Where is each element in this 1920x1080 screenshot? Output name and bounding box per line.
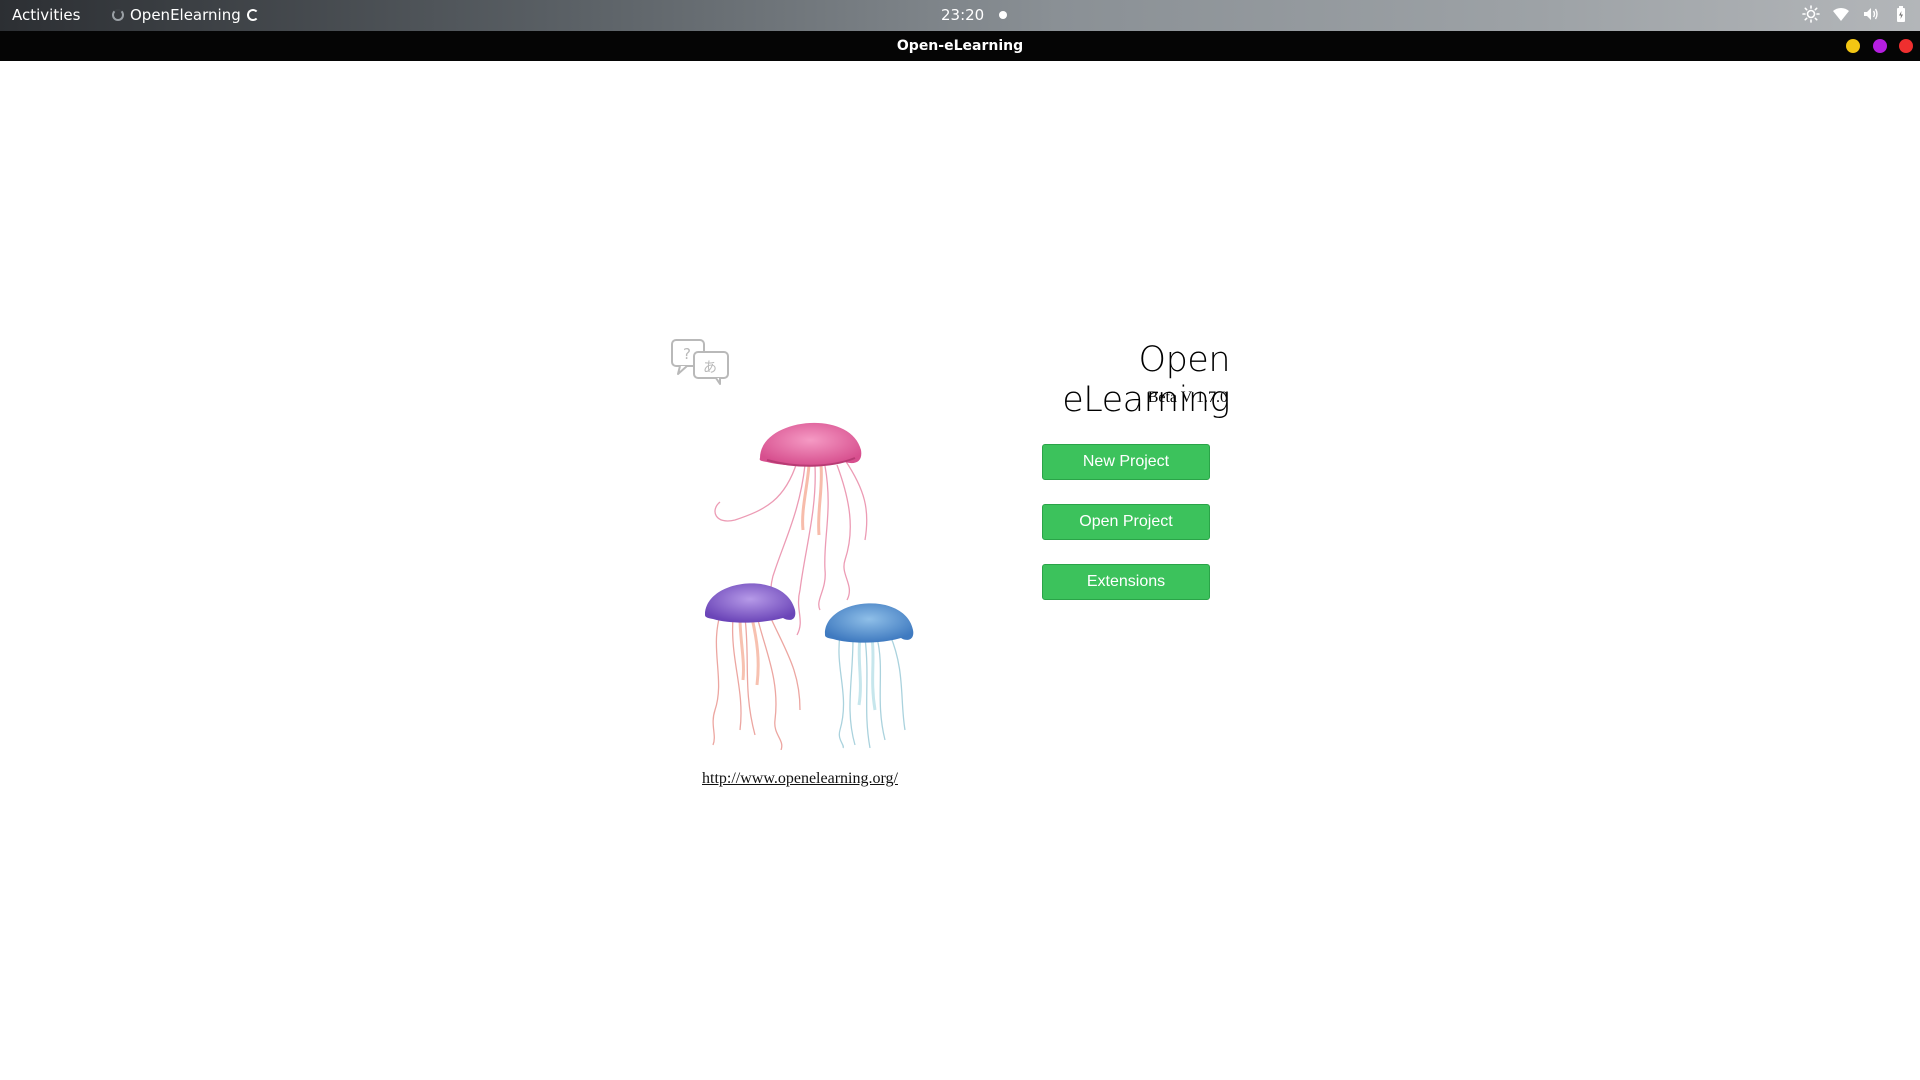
jellyfish-illustration xyxy=(705,422,914,750)
new-project-button[interactable]: New Project xyxy=(1042,444,1210,480)
app-menu[interactable]: OpenElearning xyxy=(112,6,259,24)
volume-icon xyxy=(1864,8,1878,20)
notification-dot-icon xyxy=(999,11,1007,19)
maximize-button[interactable] xyxy=(1873,39,1887,53)
minimize-button[interactable] xyxy=(1846,39,1860,53)
app-loading-icon xyxy=(112,9,124,21)
extensions-button[interactable]: Extensions xyxy=(1042,564,1210,600)
language-translate-icon[interactable]: ? あ xyxy=(670,338,732,386)
wifi-icon xyxy=(1833,7,1849,21)
svg-text:?: ? xyxy=(683,345,691,363)
app-version: Beta V 1.7.0 xyxy=(1147,389,1228,406)
system-tray[interactable] xyxy=(1802,5,1910,23)
system-top-bar: Activities OpenElearning 23:20 xyxy=(0,0,1920,31)
loading-spinner-icon xyxy=(246,9,259,21)
window-title: Open-eLearning xyxy=(896,38,1024,54)
open-project-button[interactable]: Open Project xyxy=(1042,504,1210,540)
app-title: Open eLearning xyxy=(1062,340,1230,420)
clock[interactable]: 23:20 xyxy=(941,6,984,24)
close-button[interactable] xyxy=(1899,39,1913,53)
main-content xyxy=(0,61,1920,1080)
website-link[interactable]: http://www.openelearning.org/ xyxy=(702,770,898,788)
brightness-icon xyxy=(1802,5,1820,23)
activities-button[interactable]: Activities xyxy=(12,6,80,24)
blue-jellyfish xyxy=(824,603,914,749)
purple-jellyfish xyxy=(705,583,801,750)
window-title-bar: Open-eLearning xyxy=(0,31,1920,61)
svg-text:あ: あ xyxy=(703,360,717,376)
battery-icon xyxy=(1897,6,1905,22)
app-menu-label: OpenElearning xyxy=(130,6,241,24)
